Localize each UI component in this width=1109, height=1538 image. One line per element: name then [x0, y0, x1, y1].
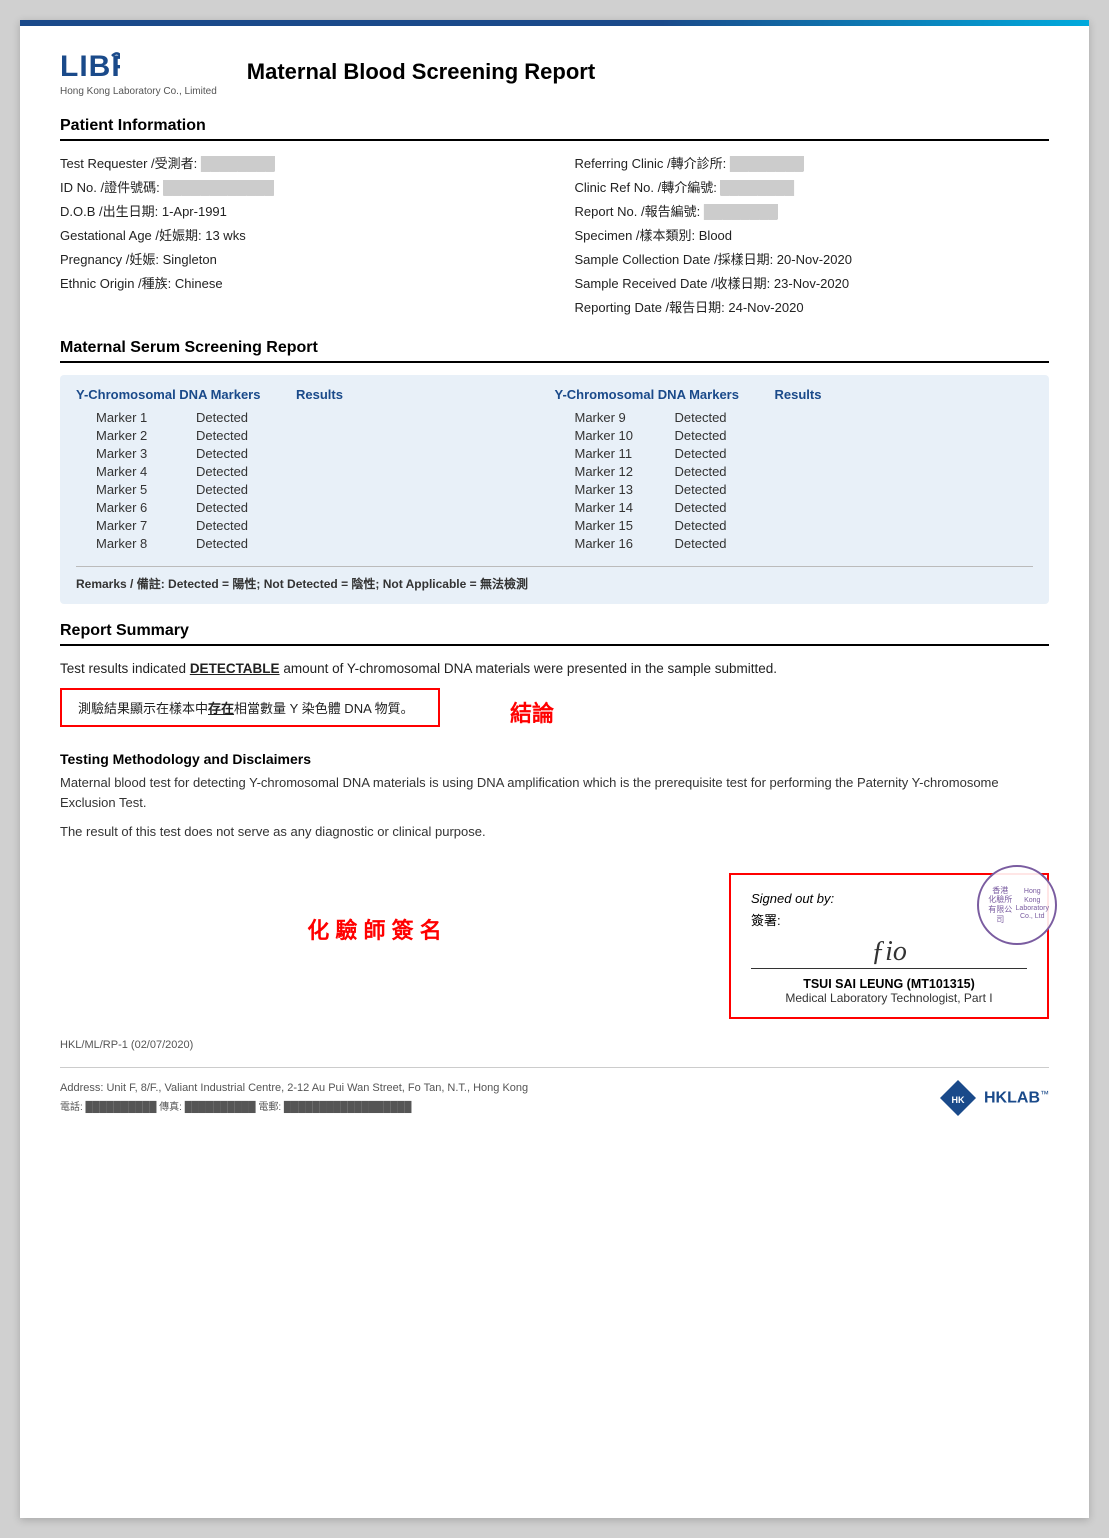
company-stamp: 香港化驗所有限公司Hong KongLaboratoryCo., Ltd — [977, 865, 1057, 945]
col-header-results-right: Results — [775, 387, 935, 402]
footer-info: Address: Unit F, 8/F., Valiant Industria… — [60, 1082, 528, 1113]
remarks: Remarks / 備註: Detected = 陽性; Not Detecte… — [76, 566, 1033, 592]
chinese-result-text: 測驗結果顯示在樣本中存在相當數量 Y 染色體 DNA 物質。 — [78, 698, 422, 717]
summary-text: Test results indicated DETECTABLE amount… — [60, 658, 1049, 680]
left-marker-group: Marker 1 Detected Marker 2 Detected Mark… — [76, 410, 555, 554]
result-box: 測驗結果顯示在樣本中存在相當數量 Y 染色體 DNA 物質。 — [60, 688, 440, 727]
summary-header: Report Summary — [60, 622, 1049, 646]
patient-row-clinic-ref: Clinic Ref No. /轉介編號: ████████ — [575, 177, 1050, 196]
patient-row-clinic: Referring Clinic /轉介診所: ████████ — [575, 153, 1050, 172]
patient-row-received: Sample Received Date /收樣日期: 23-Nov-2020 — [575, 273, 1050, 292]
patient-row-pregnancy: Pregnancy /妊娠: Singleton — [60, 249, 535, 268]
footer-address: Address: Unit F, 8/F., Valiant Industria… — [60, 1082, 528, 1094]
list-item: Marker 6 Detected — [76, 500, 555, 515]
screening-header: Maternal Serum Screening Report — [60, 339, 1049, 363]
screening-col-headers: Y-Chromosomal DNA Markers Results Y-Chro… — [76, 387, 1033, 402]
detectable-word: DETECTABLE — [190, 661, 280, 676]
signature-graphic: ƒio — [871, 936, 907, 968]
svg-text:LIBRA: LIBRA — [60, 50, 120, 83]
list-item: Marker 16 Detected — [555, 536, 1034, 551]
right-marker-group: Marker 9 Detected Marker 10 Detected Mar… — [555, 410, 1034, 554]
top-bar — [20, 20, 1089, 26]
list-item: Marker 8 Detected — [76, 536, 555, 551]
patient-row-ethnic: Ethnic Origin /種族: Chinese — [60, 273, 535, 292]
list-item: Marker 9 Detected — [555, 410, 1034, 425]
patient-row-gestational: Gestational Age /妊娠期: 13 wks — [60, 225, 535, 244]
patient-info-header: Patient Information — [60, 117, 1049, 141]
conclusion-label: 結論 — [510, 696, 554, 728]
form-number: HKL/ML/RP-1 (02/07/2020) — [60, 1039, 1049, 1051]
patient-row-requester: Test Requester /受測者: ████████ — [60, 153, 535, 172]
report-footer: Address: Unit F, 8/F., Valiant Industria… — [60, 1067, 1049, 1118]
footer-contact: 電話: ██████████ 傳真: ██████████ 電郵: ██████… — [60, 1098, 528, 1113]
screening-table: Y-Chromosomal DNA Markers Results Y-Chro… — [60, 375, 1049, 604]
result-row: 測驗結果顯示在樣本中存在相當數量 Y 染色體 DNA 物質。 結論 — [60, 688, 1049, 735]
list-item: Marker 15 Detected — [555, 518, 1034, 533]
methodology-text2: The result of this test does not serve a… — [60, 822, 1049, 843]
patient-row-specimen: Specimen /樣本類別: Blood — [575, 225, 1050, 244]
hklab-diamond-icon: HK — [938, 1078, 978, 1118]
logo: LIBRA — [60, 46, 120, 84]
sign-box: 香港化驗所有限公司Hong KongLaboratoryCo., Ltd Sig… — [729, 873, 1049, 1019]
chemist-sign-label: 化 驗 師 簽 名 — [60, 873, 689, 945]
report-title: Maternal Blood Screening Report — [247, 59, 595, 85]
marker-rows: Marker 1 Detected Marker 2 Detected Mark… — [76, 410, 1033, 554]
patient-info-right: Referring Clinic /轉介診所: ████████ Clinic … — [575, 153, 1050, 321]
report-header: LIBRA Hong Kong Laboratory Co., Limited … — [60, 46, 1049, 97]
list-item: Marker 11 Detected — [555, 446, 1034, 461]
list-item: Marker 10 Detected — [555, 428, 1034, 443]
list-item: Marker 12 Detected — [555, 464, 1034, 479]
col-header-marker-left: Y-Chromosomal DNA Markers — [76, 387, 296, 402]
chinese-underline-text: 存在 — [208, 701, 234, 716]
list-item: Marker 4 Detected — [76, 464, 555, 479]
col-header-marker-right: Y-Chromosomal DNA Markers — [555, 387, 775, 402]
methodology-section: Testing Methodology and Disclaimers Mate… — [60, 751, 1049, 843]
methodology-text1: Maternal blood test for detecting Y-chro… — [60, 773, 1049, 815]
patient-row-collection: Sample Collection Date /採樣日期: 20-Nov-202… — [575, 249, 1050, 268]
col-header-results-left: Results — [296, 387, 456, 402]
list-item: Marker 13 Detected — [555, 482, 1034, 497]
hklab-logo: HK HKLAB™ — [938, 1078, 1049, 1118]
patient-row-report-no: Report No. /報告編號: ████████ — [575, 201, 1050, 220]
patient-row-reporting: Reporting Date /報告日期: 24-Nov-2020 — [575, 297, 1050, 316]
methodology-title: Testing Methodology and Disclaimers — [60, 751, 1049, 767]
report-page: LIBRA Hong Kong Laboratory Co., Limited … — [20, 20, 1089, 1518]
list-item: Marker 14 Detected — [555, 500, 1034, 515]
patient-row-dob: D.O.B /出生日期: 1-Apr-1991 — [60, 201, 535, 220]
list-item: Marker 7 Detected — [76, 518, 555, 533]
list-item: Marker 3 Detected — [76, 446, 555, 461]
list-item: Marker 1 Detected — [76, 410, 555, 425]
patient-info-left: Test Requester /受測者: ████████ ID No. /證件… — [60, 153, 535, 321]
svg-text:HK: HK — [952, 1095, 965, 1105]
hklab-logo-text: HKLAB™ — [984, 1089, 1049, 1107]
signatory-title: Medical Laboratory Technologist, Part I — [751, 991, 1027, 1005]
patient-info-grid: Test Requester /受測者: ████████ ID No. /證件… — [60, 153, 1049, 321]
signature-line: ƒio — [751, 939, 1027, 969]
report-summary-section: Report Summary Test results indicated DE… — [60, 622, 1049, 735]
patient-row-id: ID No. /證件號碼: ████████████ — [60, 177, 535, 196]
libra-logo-icon: LIBRA — [60, 46, 120, 84]
list-item: Marker 5 Detected — [76, 482, 555, 497]
logo-subtitle: Hong Kong Laboratory Co., Limited — [60, 86, 217, 97]
list-item: Marker 2 Detected — [76, 428, 555, 443]
signatory-name: TSUI SAI LEUNG (MT101315) — [751, 977, 1027, 991]
signature-section: 化 驗 師 簽 名 香港化驗所有限公司Hong KongLaboratoryCo… — [60, 873, 1049, 1019]
logo-area: LIBRA Hong Kong Laboratory Co., Limited — [60, 46, 217, 97]
